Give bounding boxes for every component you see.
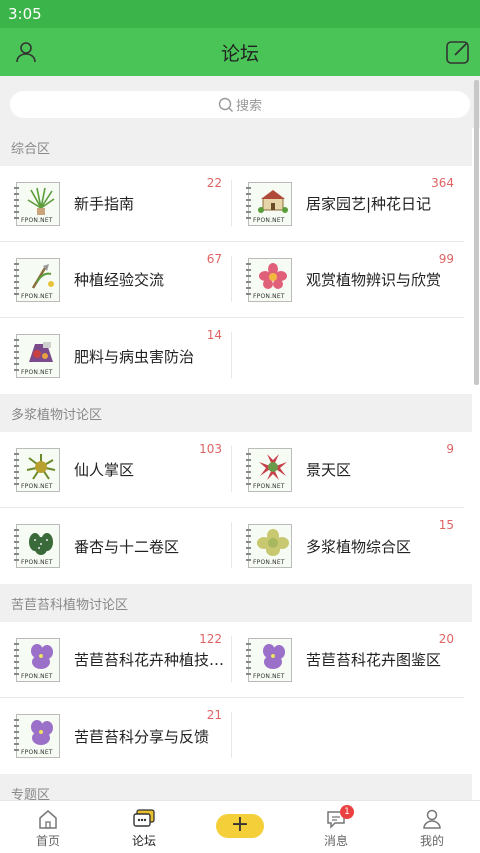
board-item[interactable]: FPON.NET 多浆植物综合区 15 bbox=[232, 508, 464, 584]
add-post-button[interactable]: + bbox=[216, 814, 264, 838]
board-post-count: 103 bbox=[199, 442, 222, 456]
board-item[interactable]: FPON.NET 苦苣苔科花卉种植技术… 122 bbox=[0, 622, 232, 697]
tab-mine[interactable]: 我的 bbox=[384, 801, 480, 853]
board-item[interactable]: FPON.NET 仙人掌区 103 bbox=[0, 432, 232, 507]
thumb-logo: FPON.NET bbox=[21, 216, 53, 224]
pink-flower-thumbnail: FPON.NET bbox=[246, 257, 292, 302]
board-title: 苦苣苔科分享与反馈 bbox=[74, 727, 210, 746]
tab-messages[interactable]: 1 消息 bbox=[288, 801, 384, 853]
red-succulent-thumbnail: FPON.NET bbox=[246, 447, 292, 492]
board-item[interactable]: FPON.NET 番杏与十二卷区 bbox=[0, 508, 232, 584]
board-title: 苦苣苔科花卉种植技术… bbox=[74, 651, 232, 669]
board-post-count: 21 bbox=[206, 708, 222, 722]
thumb-logo: FPON.NET bbox=[21, 292, 53, 300]
board-item[interactable]: FPON.NET 种植经验交流 67 bbox=[0, 242, 232, 317]
board-title: 苦苣苔科花卉图鉴区 bbox=[306, 651, 442, 669]
spider-plant-thumbnail: FPON.NET bbox=[14, 181, 60, 226]
thumb-logo: FPON.NET bbox=[253, 559, 285, 566]
fertilizer-thumbnail: FPON.NET bbox=[14, 334, 60, 378]
board-title: 番杏与十二卷区 bbox=[74, 537, 180, 556]
board-item[interactable]: FPON.NET 新手指南 22 bbox=[0, 166, 232, 241]
board-row: FPON.NET 肥料与病虫害防治 14 bbox=[0, 318, 464, 394]
board-title: 居家园艺|种花日记 bbox=[306, 195, 432, 213]
board-row: FPON.NET 苦苣苔科花卉种植技术… 122 FPON.NET 苦苣苔科花卉… bbox=[0, 622, 464, 698]
board-item[interactable]: FPON.NET 肥料与病虫害防治 14 bbox=[0, 318, 232, 394]
section-header: 多浆植物讨论区 bbox=[0, 394, 472, 432]
board-row: FPON.NET 新手指南 22 FPON.NET 居家园艺|种花日记 364 bbox=[0, 166, 464, 242]
board-post-count: 20 bbox=[438, 632, 454, 646]
board-title: 多浆植物综合区 bbox=[306, 537, 412, 556]
board-item[interactable]: FPON.NET 苦苣苔科花卉图鉴区 20 bbox=[232, 622, 464, 697]
board-post-count: 364 bbox=[431, 176, 454, 190]
forum-board-list[interactable]: 综合区 FPON.NET 新手指南 22 FPON.NET 居家园艺|种花日记 … bbox=[0, 128, 472, 800]
thumb-logo: FPON.NET bbox=[253, 216, 285, 224]
page-title: 论坛 bbox=[220, 42, 259, 65]
thumb-logo: FPON.NET bbox=[21, 369, 53, 376]
purple-flower-thumbnail: FPON.NET bbox=[14, 714, 60, 758]
board-item[interactable]: FPON.NET 观赏植物辨识与欣赏 99 bbox=[232, 242, 464, 317]
thumb-logo: FPON.NET bbox=[253, 292, 285, 300]
house-garden-thumbnail: FPON.NET bbox=[246, 181, 292, 226]
gardening-tools-thumbnail: FPON.NET bbox=[14, 257, 60, 302]
home-icon bbox=[36, 807, 60, 831]
board-row: FPON.NET 仙人掌区 103 FPON.NET 景天区 9 bbox=[0, 432, 464, 508]
board-title: 观赏植物辨识与欣赏 bbox=[306, 271, 442, 289]
compose-icon[interactable] bbox=[444, 38, 472, 66]
search-input[interactable]: 搜索 bbox=[10, 91, 470, 118]
forum-icon bbox=[132, 807, 156, 831]
thumb-logo: FPON.NET bbox=[253, 482, 285, 490]
tab-add[interactable]: + bbox=[192, 801, 288, 853]
message-badge: 1 bbox=[340, 805, 354, 819]
board-item[interactable]: FPON.NET 居家园艺|种花日记 364 bbox=[232, 166, 464, 241]
search-placeholder: 搜索 bbox=[235, 99, 262, 114]
board-title: 仙人掌区 bbox=[74, 461, 135, 479]
section-header: 苦苣苔科植物讨论区 bbox=[0, 584, 472, 622]
board-post-count: 15 bbox=[438, 518, 454, 532]
thumb-logo: FPON.NET bbox=[21, 672, 53, 680]
board-item[interactable]: FPON.NET 苦苣苔科分享与反馈 21 bbox=[0, 698, 232, 774]
app-header: 论坛 bbox=[0, 28, 480, 76]
tab-label: 首页 bbox=[35, 834, 60, 848]
purple-flower-thumbnail: FPON.NET bbox=[246, 637, 292, 682]
profile-icon bbox=[420, 807, 444, 831]
haworthia-thumbnail: FPON.NET bbox=[14, 524, 60, 568]
tab-label: 我的 bbox=[419, 834, 444, 848]
board-post-count: 14 bbox=[206, 328, 222, 342]
board-title: 新手指南 bbox=[74, 195, 135, 213]
cactus-thumbnail: FPON.NET bbox=[14, 447, 60, 492]
board-row: FPON.NET 种植经验交流 67 FPON.NET 观赏植物辨识与欣赏 99 bbox=[0, 242, 464, 318]
board-item[interactable]: FPON.NET 景天区 9 bbox=[232, 432, 464, 507]
board-post-count: 122 bbox=[199, 632, 222, 646]
search-bar-container: 搜索 bbox=[0, 76, 480, 128]
purple-flower-thumbnail: FPON.NET bbox=[14, 637, 60, 682]
board-title: 景天区 bbox=[306, 461, 352, 479]
section-header: 综合区 bbox=[0, 128, 472, 166]
board-title: 种植经验交流 bbox=[74, 271, 165, 289]
empty-cell bbox=[232, 318, 464, 394]
board-title: 肥料与病虫害防治 bbox=[74, 347, 195, 366]
status-bar: 3:05 bbox=[0, 0, 480, 28]
search-icon bbox=[218, 97, 233, 112]
empty-cell bbox=[232, 698, 464, 774]
tab-label: 论坛 bbox=[131, 834, 156, 848]
tab-home[interactable]: 首页 bbox=[0, 801, 96, 853]
status-time: 3:05 bbox=[8, 5, 42, 23]
board-post-count: 9 bbox=[446, 442, 454, 456]
thumb-logo: FPON.NET bbox=[253, 672, 285, 680]
board-row: FPON.NET 苦苣苔科分享与反馈 21 bbox=[0, 698, 464, 774]
thumb-logo: FPON.NET bbox=[21, 559, 53, 566]
board-row: FPON.NET 番杏与十二卷区 FPON.NET 多浆植物综合区 15 bbox=[0, 508, 464, 584]
tab-label: 消息 bbox=[323, 834, 348, 848]
user-icon[interactable] bbox=[12, 38, 40, 66]
thumb-logo: FPON.NET bbox=[21, 482, 53, 490]
echeveria-thumbnail: FPON.NET bbox=[246, 524, 292, 568]
board-post-count: 22 bbox=[206, 176, 222, 190]
thumb-logo: FPON.NET bbox=[21, 749, 53, 756]
tab-forum[interactable]: 论坛 bbox=[96, 801, 192, 853]
board-post-count: 67 bbox=[206, 252, 222, 266]
bottom-tab-bar: 首页 论坛 + 1 消息 我的 bbox=[0, 800, 480, 853]
scrollbar[interactable] bbox=[474, 80, 479, 385]
board-post-count: 99 bbox=[438, 252, 454, 266]
section-header: 专题区 bbox=[0, 774, 472, 800]
